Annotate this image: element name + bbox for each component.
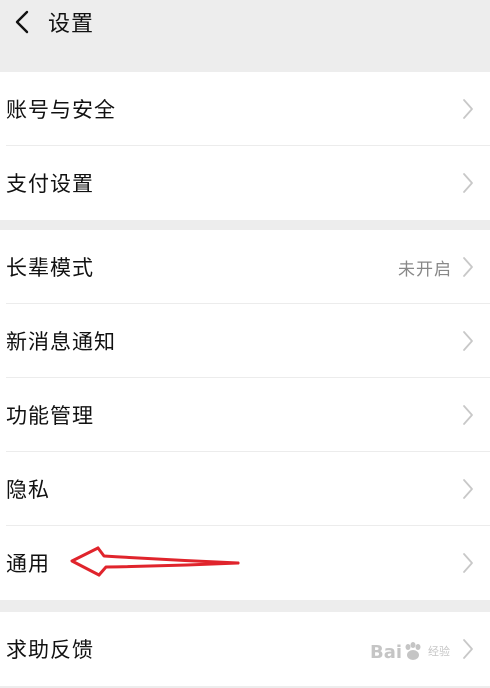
settings-item-payment[interactable]: 支付设置 bbox=[0, 146, 490, 220]
settings-item-value: 未开启 bbox=[398, 259, 452, 280]
settings-item-label: 功能管理 bbox=[6, 404, 94, 428]
settings-group-account: 账号与安全 支付设置 bbox=[0, 72, 490, 220]
settings-item-general[interactable]: 通用 bbox=[0, 526, 490, 600]
chevron-left-icon bbox=[15, 10, 29, 34]
settings-item-label: 账号与安全 bbox=[6, 98, 116, 122]
page-title: 设置 bbox=[48, 12, 95, 37]
header: 设置 bbox=[0, 0, 490, 44]
settings-group-general: 长辈模式 未开启 新消息通知 功能管理 隐私 通用 bbox=[0, 230, 490, 600]
chevron-right-icon bbox=[463, 173, 473, 193]
settings-item-label: 长辈模式 bbox=[6, 256, 94, 280]
chevron-right-icon bbox=[463, 331, 473, 351]
settings-item-label: 求助反馈 bbox=[6, 638, 94, 662]
watermark-sub: 经验 bbox=[428, 644, 451, 658]
chevron-right-icon bbox=[463, 479, 473, 499]
settings-item-label: 通用 bbox=[6, 552, 50, 576]
settings-item-label: 隐私 bbox=[6, 478, 50, 502]
settings-item-label: 支付设置 bbox=[6, 172, 94, 196]
chevron-right-icon bbox=[463, 405, 473, 425]
chevron-right-icon bbox=[463, 257, 473, 277]
settings-item-account-security[interactable]: 账号与安全 bbox=[0, 72, 490, 146]
settings-item-label: 新消息通知 bbox=[6, 330, 116, 354]
paw-icon bbox=[405, 642, 421, 660]
chevron-right-icon bbox=[463, 99, 473, 119]
watermark-logo: Bai 经验 bbox=[370, 632, 482, 672]
watermark-brand: Bai bbox=[370, 641, 403, 663]
settings-item-notifications[interactable]: 新消息通知 bbox=[0, 304, 490, 378]
settings-item-privacy[interactable]: 隐私 bbox=[0, 452, 490, 526]
settings-item-features[interactable]: 功能管理 bbox=[0, 378, 490, 452]
settings-item-elder-mode[interactable]: 长辈模式 未开启 bbox=[0, 230, 490, 304]
chevron-right-icon bbox=[463, 553, 473, 573]
back-button[interactable] bbox=[2, 0, 42, 44]
